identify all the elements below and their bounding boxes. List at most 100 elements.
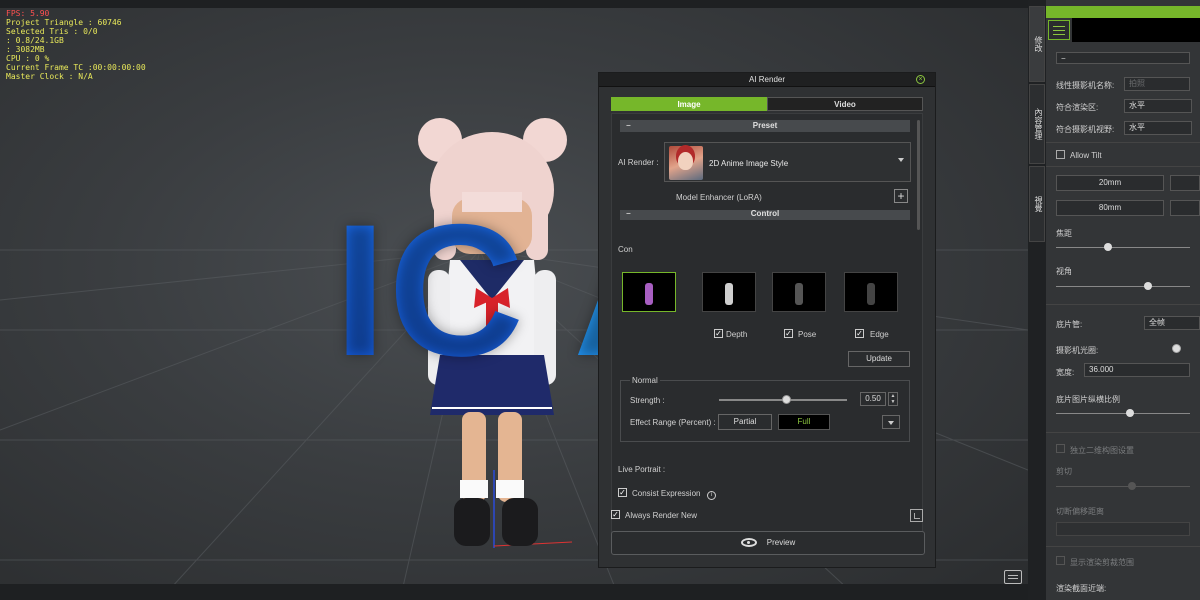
scrollbar[interactable] — [917, 120, 920, 230]
cut-handle[interactable] — [1128, 482, 1136, 490]
edge-checkbox[interactable]: ✓ — [855, 329, 864, 338]
control-thumb-original[interactable] — [622, 272, 676, 312]
edge-label: Edge — [870, 330, 889, 339]
aspect-ratio-handle[interactable] — [1126, 409, 1134, 417]
show-clip-checkbox[interactable] — [1056, 556, 1065, 565]
panel-collapse-bar[interactable]: − — [1056, 52, 1190, 64]
collapse-icon[interactable]: − — [626, 120, 631, 132]
ai-render-titlebar[interactable]: AI Render × — [599, 73, 935, 87]
width-label: 宽度: — [1056, 368, 1075, 377]
control-section-label: Control — [750, 209, 780, 218]
lens-field-2-extra[interactable] — [1170, 200, 1200, 216]
control-section-header[interactable]: − Control — [620, 210, 910, 220]
preset-section-header[interactable]: − Preset — [620, 120, 910, 132]
show-clip-label: 显示渲染剪裁范围 — [1070, 558, 1134, 567]
allow-tilt-checkbox[interactable] — [1056, 150, 1065, 159]
allow-tilt-label: Allow Tilt — [1070, 151, 1102, 160]
ai-render-label: AI Render : — [618, 158, 659, 167]
focal-length-slider[interactable] — [1056, 247, 1190, 248]
effect-range-label: Effect Range (Percent) : — [630, 418, 716, 427]
current-frame-readout: Current Frame TC :00:00:00:00 — [6, 63, 146, 72]
pose-label: Pose — [798, 330, 817, 339]
preset-section-label: Preset — [752, 121, 778, 130]
camera-name-field[interactable]: 拍照 — [1124, 77, 1190, 91]
lens-field-1-extra[interactable] — [1170, 175, 1200, 191]
project-triangle-readout: Project Triangle : 60746 — [6, 18, 122, 27]
fit-camera-label: 符合摄影机视野: — [1056, 125, 1115, 134]
divider — [1046, 546, 1200, 547]
chevron-down-icon — [898, 158, 904, 162]
tab-image[interactable]: Image — [611, 97, 767, 111]
always-render-new-checkbox[interactable]: ✓ — [611, 510, 620, 519]
control-thumb-depth[interactable] — [702, 272, 756, 312]
divider — [1046, 432, 1200, 433]
info-icon[interactable]: i — [707, 491, 716, 500]
vram-readout: : 3082MB — [6, 45, 45, 54]
side-tab-content[interactable]: 內容管理 — [1029, 84, 1045, 164]
render-near-label: 渲染截面近端: — [1056, 584, 1107, 593]
cpu-readout: CPU : 0 % — [6, 54, 50, 63]
strength-value-input[interactable]: 0.50 — [860, 392, 886, 406]
clip-offset-field[interactable] — [1056, 522, 1190, 536]
depth-checkbox[interactable]: ✓ — [714, 329, 723, 338]
tab-video[interactable]: Video — [767, 97, 923, 111]
master-clock-readout: Master Clock : N/A — [6, 72, 93, 81]
ortho-label: 独立二维构图设置 — [1070, 446, 1134, 455]
cut-label: 剪切 — [1056, 467, 1072, 476]
effect-range-full-button[interactable]: Full — [778, 414, 830, 430]
fit-camera-select[interactable]: 水平 — [1124, 121, 1192, 135]
preset-thumbnail — [669, 146, 703, 180]
camera-name-label: 线性摄影机名称: — [1056, 81, 1115, 90]
divider — [1046, 166, 1200, 167]
consist-expression-checkbox[interactable]: ✓ — [618, 488, 627, 497]
lens-field-2[interactable]: 80mm — [1056, 200, 1164, 216]
fit-render-label: 符合渲染区: — [1056, 103, 1099, 112]
fov-handle[interactable] — [1144, 282, 1152, 290]
side-tab-modify[interactable]: 修改 — [1029, 6, 1045, 82]
cut-slider[interactable] — [1056, 486, 1190, 487]
lens-field-1[interactable]: 20mm — [1056, 175, 1164, 191]
strength-slider-handle[interactable] — [782, 395, 791, 404]
viewport-bottom-bar — [0, 584, 1028, 600]
side-tab-visual[interactable]: 視覺 — [1029, 166, 1045, 242]
right-side-tabs: 修改 內容管理 視覺 — [1028, 0, 1046, 600]
depth-label: Depth — [726, 330, 748, 339]
close-icon[interactable]: × — [916, 75, 925, 84]
focal-length-label: 焦距 — [1056, 229, 1072, 238]
fit-render-select[interactable]: 水平 — [1124, 99, 1192, 113]
ai-render-settings-scroll[interactable]: − Preset AI Render : 2D Anime Image Styl… — [611, 113, 923, 533]
add-lora-button[interactable]: + — [894, 189, 908, 203]
control-thumb-edge[interactable] — [844, 272, 898, 312]
update-button[interactable]: Update — [848, 351, 910, 367]
chat-icon[interactable] — [1004, 570, 1022, 584]
normal-group-label: Normal — [630, 376, 660, 385]
effect-range-partial-button[interactable]: Partial — [718, 414, 772, 430]
logo-ic: IC — [334, 185, 526, 395]
preview-button[interactable]: Preview — [611, 531, 925, 555]
film-select[interactable]: 全帧 — [1144, 316, 1200, 330]
effect-range-dropdown[interactable] — [882, 415, 900, 429]
sliders-icon[interactable] — [1048, 20, 1070, 40]
ortho-checkbox[interactable] — [1056, 444, 1065, 453]
strength-label: Strength : — [630, 396, 665, 405]
aspect-ratio-label: 底片图片纵横比例 — [1056, 395, 1120, 404]
focal-length-handle[interactable] — [1104, 243, 1112, 251]
fov-slider[interactable] — [1056, 286, 1190, 287]
export-icon[interactable] — [910, 509, 923, 522]
panel-header-area — [1072, 18, 1200, 42]
pose-checkbox[interactable]: ✓ — [784, 329, 793, 338]
model-enhancer-label: Model Enhancer (LoRA) — [676, 193, 762, 202]
camera-property-panel: − 线性摄影机名称: 拍照 符合渲染区: 水平 符合摄影机视野: 水平 Allo… — [1046, 0, 1200, 600]
preset-dropdown[interactable]: 2D Anime Image Style — [664, 142, 911, 182]
always-render-new-label: Always Render New — [625, 511, 698, 520]
render-stats: FPS: 5.90 Project Triangle : 60746 Selec… — [6, 9, 146, 81]
aspect-ratio-slider[interactable] — [1056, 413, 1190, 414]
strength-stepper[interactable]: ▲ ▼ — [888, 392, 898, 406]
aperture-radio[interactable] — [1172, 344, 1181, 353]
width-field[interactable]: 36.000 — [1084, 363, 1190, 377]
control-thumb-pose[interactable] — [772, 272, 826, 312]
fov-label: 视角 — [1056, 267, 1072, 276]
panel-accent-bar — [1046, 6, 1200, 18]
consist-expression-label: Consist Expression — [632, 489, 701, 498]
collapse-icon[interactable]: − — [626, 210, 631, 218]
